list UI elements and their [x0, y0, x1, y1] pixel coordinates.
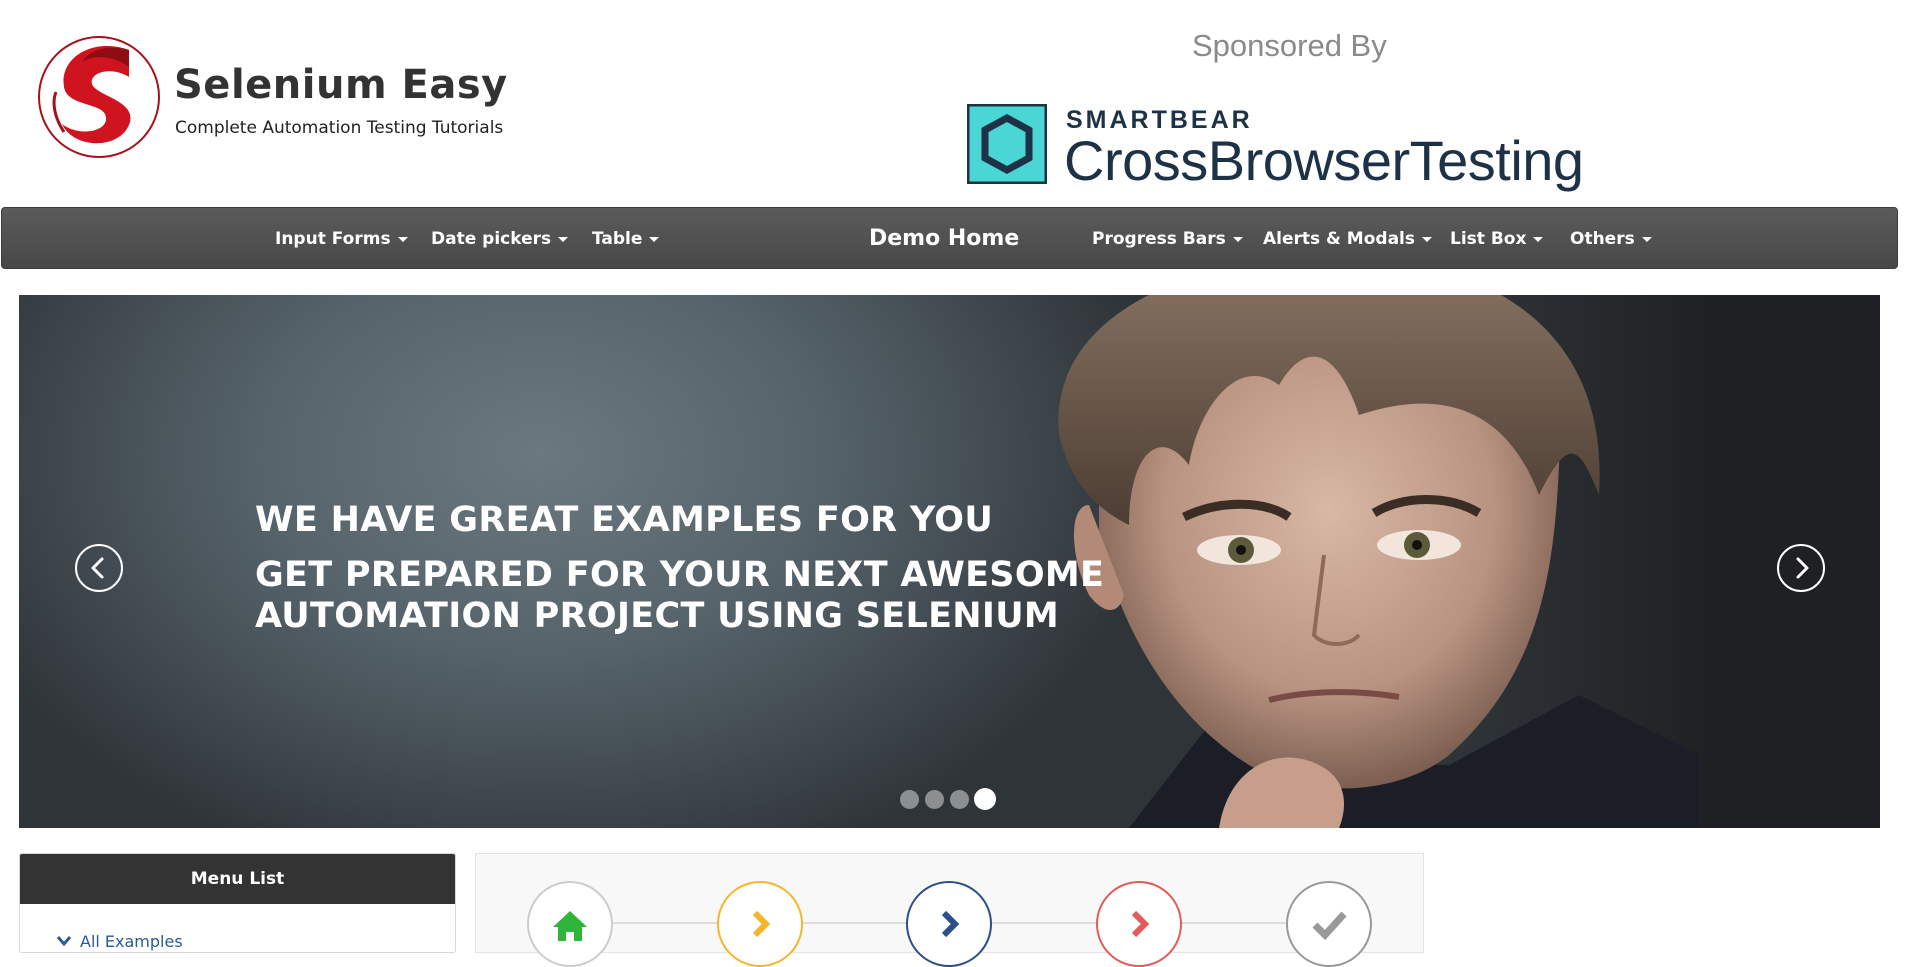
brand-tagline: Complete Automation Testing Tutorials — [175, 118, 504, 138]
brand-title[interactable]: Selenium Easy — [174, 62, 508, 108]
menu-list-panel: Menu List All Examples — [19, 853, 456, 953]
carousel-subheading-line1: GET PREPARED FOR YOUR NEXT AWESOME — [255, 555, 1105, 595]
step-4[interactable] — [1096, 881, 1182, 967]
nav-table[interactable]: Table — [592, 208, 660, 270]
sponsor-label: Sponsored By — [1192, 28, 1387, 63]
carousel-indicator-1[interactable] — [900, 790, 919, 809]
nav-label: Table — [592, 229, 643, 249]
nav-label: Others — [1570, 229, 1635, 249]
sponsor-product[interactable]: CrossBrowserTesting — [1064, 128, 1584, 193]
carousel-subheading-line2: AUTOMATION PROJECT USING SELENIUM — [255, 596, 1060, 636]
carousel-heading: WE HAVE GREAT EXAMPLES FOR YOU — [255, 500, 994, 540]
caret-down-icon — [1422, 236, 1432, 242]
nav-label: List Box — [1450, 229, 1527, 249]
main-navbar: Input Forms Date pickers Table Demo Home… — [1, 207, 1898, 269]
menu-item-label: All Examples — [80, 932, 183, 951]
caret-down-icon — [1232, 236, 1243, 242]
nav-demo-home[interactable]: Demo Home — [869, 208, 1019, 270]
nav-label: Date pickers — [431, 229, 552, 249]
caret-down-icon — [649, 236, 660, 242]
nav-label: Alerts & Modals — [1263, 229, 1415, 249]
chevron-right-icon — [1796, 557, 1809, 579]
caret-down-icon — [1533, 236, 1544, 242]
chevron-down-icon — [56, 932, 72, 951]
crossbrowsertesting-logo-icon[interactable] — [967, 104, 1047, 184]
carousel-next-button[interactable] — [1777, 544, 1825, 592]
chevron-right-icon — [941, 910, 960, 938]
chevron-left-icon — [91, 557, 104, 579]
caret-down-icon — [397, 236, 408, 242]
check-icon — [1312, 911, 1347, 941]
step-3[interactable] — [906, 881, 992, 967]
nav-progress-bars[interactable]: Progress Bars — [1092, 208, 1243, 270]
menu-list-header: Menu List — [20, 854, 455, 904]
step-1[interactable] — [527, 881, 613, 967]
nav-alerts-modals[interactable]: Alerts & Modals — [1263, 208, 1432, 270]
hero-carousel: WE HAVE GREAT EXAMPLES FOR YOU GET PREPA… — [19, 295, 1880, 828]
selenium-easy-logo-icon[interactable] — [34, 32, 164, 162]
carousel-indicator-3[interactable] — [950, 790, 969, 809]
carousel-prev-button[interactable] — [75, 544, 123, 592]
menu-item-all-examples[interactable]: All Examples — [56, 932, 183, 951]
nav-label: Input Forms — [275, 229, 391, 249]
nav-others[interactable]: Others — [1570, 208, 1652, 270]
home-icon — [553, 911, 587, 941]
chevron-right-icon — [752, 910, 771, 938]
step-2[interactable] — [717, 881, 803, 967]
nav-input-forms[interactable]: Input Forms — [275, 208, 408, 270]
nav-date-pickers[interactable]: Date pickers — [431, 208, 569, 270]
steps-panel — [475, 853, 1424, 967]
chevron-right-icon — [1131, 910, 1150, 938]
caret-down-icon — [1641, 236, 1652, 242]
step-5[interactable] — [1286, 881, 1372, 967]
carousel-indicator-2[interactable] — [925, 790, 944, 809]
carousel-indicator-4[interactable] — [974, 788, 996, 810]
nav-list-box[interactable]: List Box — [1450, 208, 1544, 270]
nav-label: Progress Bars — [1092, 229, 1226, 249]
caret-down-icon — [558, 236, 569, 242]
